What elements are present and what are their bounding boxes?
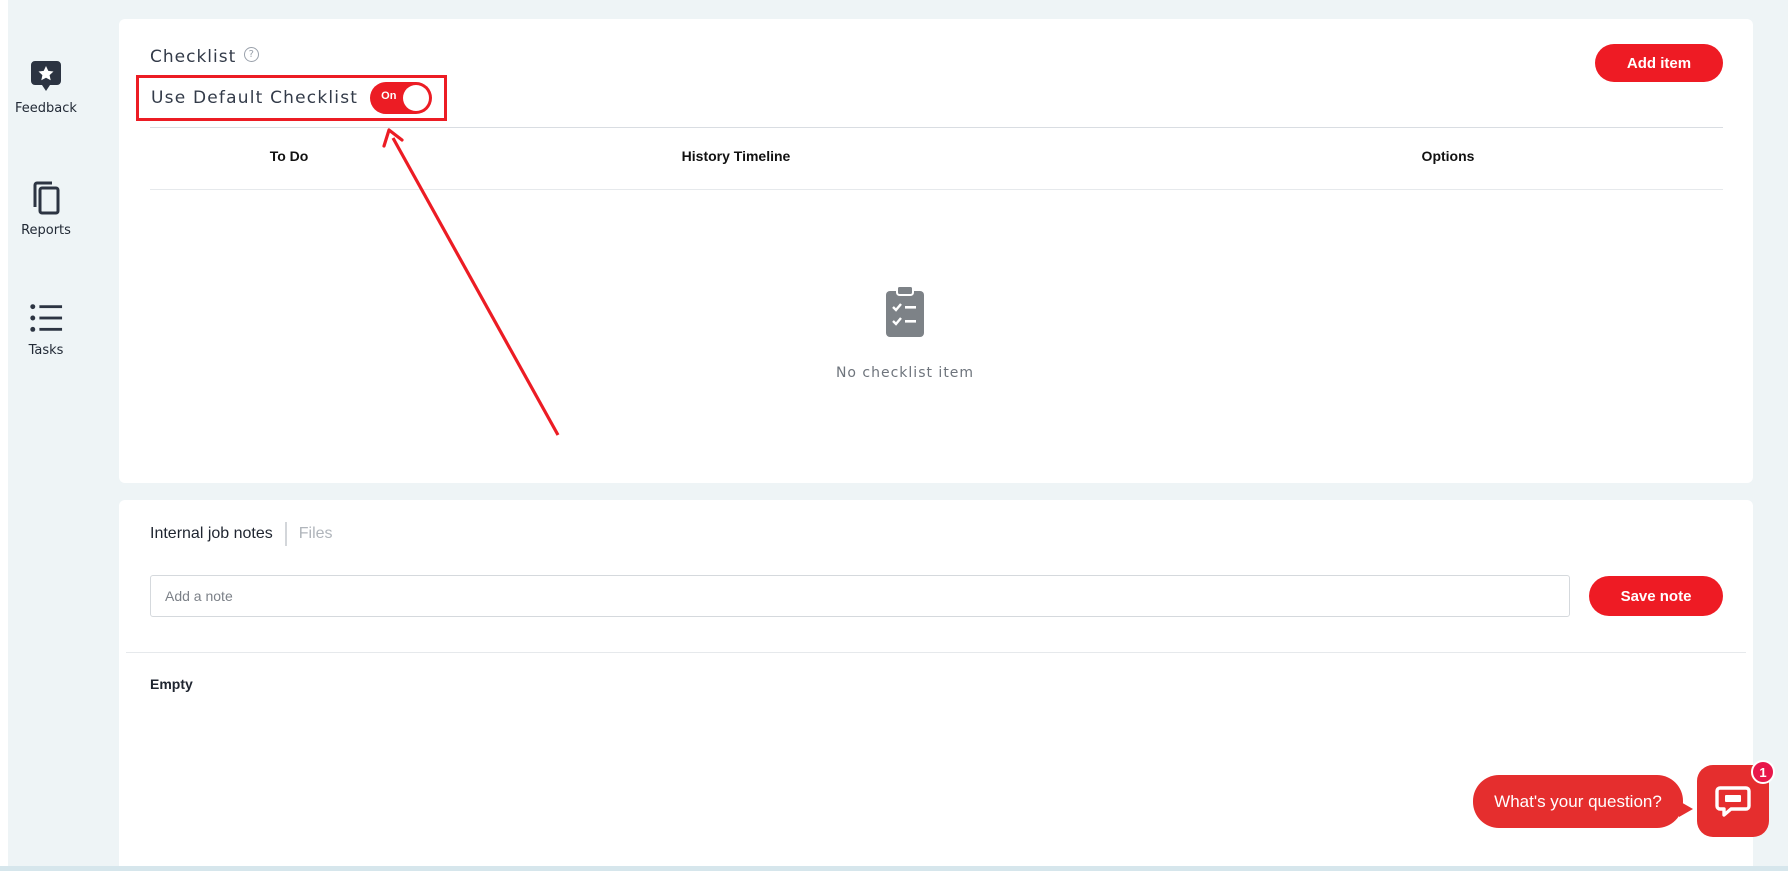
checklist-empty-state: No checklist item xyxy=(819,285,991,381)
notes-tabs: Internal job notes Files xyxy=(150,522,333,546)
clipboard-checklist-icon xyxy=(884,285,926,339)
chat-icon xyxy=(1715,786,1751,817)
column-header-history-timeline: History Timeline xyxy=(681,148,791,164)
checklist-heading: Checklist ? xyxy=(150,46,260,67)
column-header-options: Options xyxy=(1421,148,1475,164)
default-checklist-label: Use Default Checklist xyxy=(151,88,359,108)
default-checklist-toggle[interactable]: On xyxy=(370,82,433,114)
toggle-state-text: On xyxy=(381,90,397,102)
checklist-card: Checklist ? Use Default Checklist On Add… xyxy=(119,19,1753,483)
help-icon[interactable]: ? xyxy=(244,46,260,62)
sidebar-item-tasks[interactable]: Tasks xyxy=(8,300,84,358)
add-item-button[interactable]: Add item xyxy=(1595,44,1723,82)
chat-notification-badge: 1 xyxy=(1751,760,1775,784)
notes-divider xyxy=(126,652,1746,653)
left-edge-strip xyxy=(0,0,8,871)
sidebar-item-label: Reports xyxy=(21,223,71,238)
tab-files[interactable]: Files xyxy=(299,525,333,543)
bottom-edge-strip xyxy=(0,866,1788,871)
tab-divider xyxy=(284,522,287,546)
notes-empty-text: Empty xyxy=(150,676,193,692)
chat-prompt-bubble[interactable]: What's your question? xyxy=(1473,775,1693,828)
feedback-star-icon xyxy=(29,58,63,94)
sidebar-item-label: Feedback xyxy=(15,101,77,116)
checklist-table-header: To Do History Timeline Options xyxy=(150,127,1723,190)
toggle-knob xyxy=(403,85,430,111)
save-note-button[interactable]: Save note xyxy=(1589,576,1723,616)
checklist-empty-text: No checklist item xyxy=(835,365,975,381)
sidebar-item-reports[interactable]: Reports xyxy=(8,180,84,238)
chat-prompt-text: What's your question? xyxy=(1494,791,1662,811)
column-header-todo: To Do xyxy=(269,148,309,164)
tab-internal-job-notes[interactable]: Internal job notes xyxy=(150,525,273,543)
copy-pages-icon xyxy=(29,180,63,216)
list-icon xyxy=(29,300,63,336)
checklist-title: Checklist xyxy=(150,47,237,67)
sidebar: Feedback Reports Tasks xyxy=(8,0,84,871)
sidebar-item-label: Tasks xyxy=(28,343,64,358)
note-input[interactable] xyxy=(150,575,1570,617)
sidebar-item-feedback[interactable]: Feedback xyxy=(8,58,84,116)
default-checklist-row: Use Default Checklist On xyxy=(136,75,447,121)
